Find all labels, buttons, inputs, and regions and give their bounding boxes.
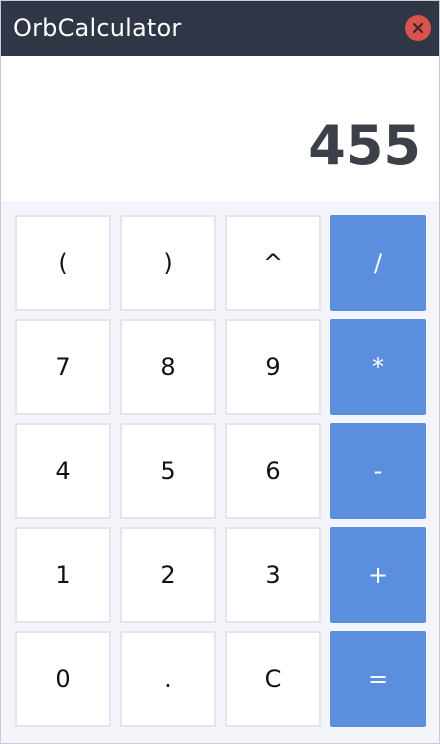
- key-9[interactable]: 9: [225, 319, 321, 415]
- key-1[interactable]: 1: [15, 527, 111, 623]
- key-power[interactable]: ^: [225, 215, 321, 311]
- key-0[interactable]: 0: [15, 631, 111, 727]
- key-close-paren[interactable]: ): [120, 215, 216, 311]
- calculator-window: OrbCalculator 455 ( ) ^ / 7 8 9 * 4 5 6 …: [0, 0, 440, 744]
- close-icon: [412, 22, 424, 34]
- display-value: 455: [308, 114, 421, 177]
- keypad: ( ) ^ / 7 8 9 * 4 5 6 - 1 2 3 + 0 . C =: [15, 215, 427, 727]
- key-4[interactable]: 4: [15, 423, 111, 519]
- key-divide[interactable]: /: [330, 215, 426, 311]
- key-8[interactable]: 8: [120, 319, 216, 415]
- key-clear[interactable]: C: [225, 631, 321, 727]
- key-5[interactable]: 5: [120, 423, 216, 519]
- key-multiply[interactable]: *: [330, 319, 426, 415]
- window-title: OrbCalculator: [13, 14, 182, 42]
- title-bar: OrbCalculator: [1, 1, 439, 56]
- key-equals[interactable]: =: [330, 631, 426, 727]
- key-3[interactable]: 3: [225, 527, 321, 623]
- key-6[interactable]: 6: [225, 423, 321, 519]
- key-subtract[interactable]: -: [330, 423, 426, 519]
- key-7[interactable]: 7: [15, 319, 111, 415]
- key-decimal[interactable]: .: [120, 631, 216, 727]
- key-add[interactable]: +: [330, 527, 426, 623]
- calculator-display: 455: [1, 56, 439, 201]
- key-open-paren[interactable]: (: [15, 215, 111, 311]
- close-button[interactable]: [405, 15, 431, 41]
- key-2[interactable]: 2: [120, 527, 216, 623]
